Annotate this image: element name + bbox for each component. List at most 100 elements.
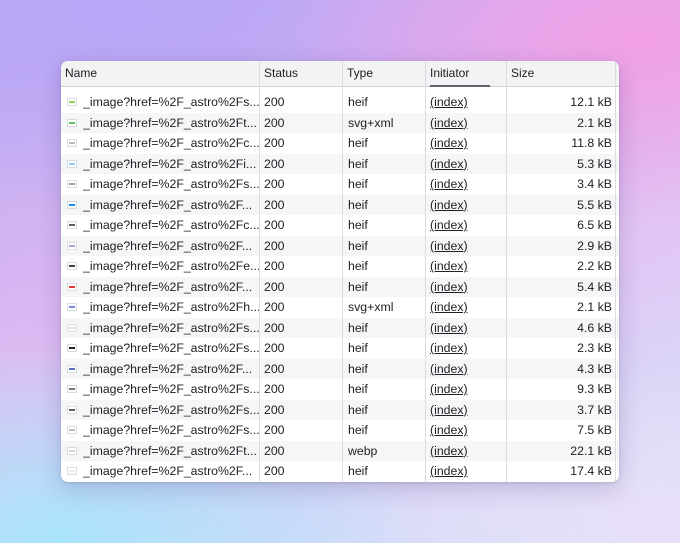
table-row[interactable]: _image?href=%2F_astro%2F... 200 heif (index… [61,358,619,380]
table-row[interactable]: _image?href=%2F_astro%2Fs... 200 heif (inde… [61,317,619,339]
column-header-size[interactable]: Size [507,61,615,86]
initiator-link[interactable]: (index) [430,461,508,482]
request-name: _image?href=%2F_astro%2Ft... [83,115,257,130]
table-row[interactable]: _image?href=%2F_astro%2Fs... 200 heif (inde… [61,399,619,421]
request-name: _image?href=%2F_astro%2Fs... [83,402,259,417]
thumbnail-fill [69,162,75,165]
request-type: heif [348,341,368,355]
request-type: heif [348,382,368,396]
image-thumbnail-icon [67,467,77,475]
request-status: 200 [264,218,285,232]
thumbnail-fill [69,306,75,308]
request-status: 200 [264,300,285,314]
thumbnail-fill [69,347,75,349]
column-divider[interactable] [615,61,616,482]
table-row[interactable]: _image?href=%2F_astro%2Fs... 200 heif (inde… [61,174,619,195]
request-size: 22.1 kB [570,443,612,458]
initiator-link[interactable]: (index) [430,195,508,216]
request-type: heif [348,218,368,232]
request-size: 3.4 kB [577,177,612,191]
image-thumbnail-icon [67,118,77,127]
thumbnail-fill [69,388,75,390]
table-row[interactable]: _image?href=%2F_astro%2Ft... 200 webp (inde… [61,440,619,462]
image-thumbnail-icon [67,426,77,434]
initiator-link[interactable]: (index) [430,236,508,257]
request-status: 200 [264,197,285,212]
request-type: heif [348,259,368,273]
request-status: 200 [264,443,285,458]
column-header-status[interactable]: Status [260,61,342,86]
request-type: heif [348,320,368,335]
thumbnail-fill [69,408,75,411]
table-row[interactable]: _image?href=%2F_astro%2F... 200 heif (index… [61,276,619,298]
image-thumbnail-icon [67,385,77,393]
column-divider[interactable] [425,61,426,482]
table-row[interactable]: _image?href=%2F_astro%2F... 200 heif (index… [61,461,619,482]
request-size: 4.6 kB [577,320,612,335]
initiator-link[interactable]: (index) [430,359,508,380]
request-size: 17.4 kB [570,464,612,478]
request-size: 5.5 kB [577,197,612,212]
table-row[interactable]: _image?href=%2F_astro%2Fc... 200 heif (inde… [61,133,619,154]
initiator-link[interactable]: (index) [430,400,508,421]
initiator-link[interactable]: (index) [430,379,508,400]
request-size: 2.1 kB [577,300,612,314]
request-type: webp [348,443,378,458]
request-size: 3.7 kB [577,402,612,417]
request-status: 200 [264,341,285,355]
initiator-link[interactable]: (index) [430,297,508,318]
thumbnail-fill [69,101,75,103]
initiator-link[interactable]: (index) [430,441,508,462]
request-type: svg+xml [348,300,394,314]
initiator-link[interactable]: (index) [430,92,508,113]
column-divider[interactable] [342,61,343,482]
request-size: 6.5 kB [577,218,612,232]
column-header-type[interactable]: Type [343,61,425,86]
table-row[interactable]: _image?href=%2F_astro%2Fe... 200 heif (inde… [61,256,619,277]
initiator-link[interactable]: (index) [430,174,508,195]
image-thumbnail-icon [67,139,77,147]
table-row[interactable]: _image?href=%2F_astro%2Fs... 200 heif (inde… [61,379,619,400]
initiator-link[interactable]: (index) [430,277,508,298]
table-row[interactable]: _image?href=%2F_astro%2Fc... 200 heif (inde… [61,215,619,236]
request-status: 200 [264,279,285,294]
request-name: _image?href=%2F_astro%2F... [83,464,253,478]
request-status: 200 [264,382,285,396]
initiator-link[interactable]: (index) [430,133,508,154]
request-size: 2.3 kB [577,341,612,355]
initiator-link[interactable]: (index) [430,420,508,441]
table-row[interactable]: _image?href=%2F_astro%2F... 200 heif (index… [61,194,619,216]
initiator-link[interactable]: (index) [430,256,508,277]
image-thumbnail-icon [67,180,77,188]
initiator-link[interactable]: (index) [430,113,508,134]
request-type: heif [348,402,368,417]
table-row[interactable]: _image?href=%2F_astro%2Fh... 200 svg+xml (i… [61,297,619,318]
initiator-link[interactable]: (index) [430,154,508,175]
table-row[interactable]: _image?href=%2F_astro%2Fs... 200 heif (inde… [61,420,619,441]
request-status: 200 [264,177,285,191]
table-row[interactable]: _image?href=%2F_astro%2F... 200 heif (index… [61,235,619,257]
request-type: heif [348,156,368,171]
request-name: _image?href=%2F_astro%2Fs... [83,382,259,396]
initiator-link[interactable]: (index) [430,215,508,236]
table-row[interactable]: _image?href=%2F_astro%2Fs... 200 heif (inde… [61,92,619,113]
image-thumbnail-icon [67,344,77,352]
request-list[interactable]: _image?href=%2F_astro%2Fs... 200 heif (inde… [61,87,619,482]
request-size: 11.8 kB [571,136,612,150]
request-size: 2.1 kB [577,115,612,130]
table-row[interactable]: _image?href=%2F_astro%2Fi... 200 heif (inde… [61,153,619,175]
initiator-link[interactable]: (index) [430,318,508,339]
image-thumbnail-icon [67,303,77,311]
column-header-name[interactable]: Name [61,61,259,86]
request-name: _image?href=%2F_astro%2Fs... [83,341,259,355]
column-divider[interactable] [506,61,507,482]
thumbnail-fill [69,121,75,124]
image-thumbnail-icon [67,364,77,373]
table-row[interactable]: _image?href=%2F_astro%2Ft... 200 svg+xml (i… [61,112,619,134]
request-status: 200 [264,361,285,376]
initiator-link[interactable]: (index) [430,338,508,359]
column-divider[interactable] [259,61,260,482]
request-name: _image?href=%2F_astro%2Fc... [83,136,259,150]
column-header-initiator[interactable]: Initiator [426,61,506,86]
table-row[interactable]: _image?href=%2F_astro%2Fs... 200 heif (inde… [61,338,619,359]
